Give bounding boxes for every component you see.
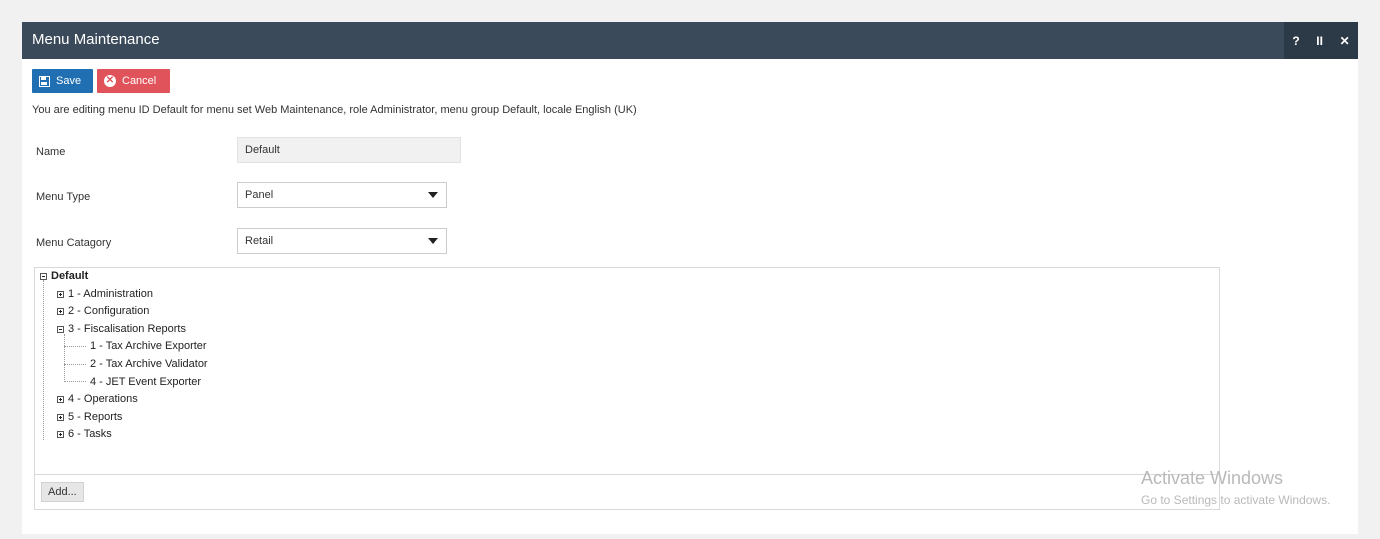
menu-maintenance-window: Menu Maintenance ? II ✕ Save ✕ Cancel Yo… <box>22 22 1358 534</box>
editing-info-text: You are editing menu ID Default for menu… <box>32 104 637 116</box>
cancel-button[interactable]: ✕ Cancel <box>97 69 170 93</box>
menu-type-select[interactable]: Panel <box>237 182 447 208</box>
help-icon[interactable]: ? <box>1292 34 1299 48</box>
tree-item-label[interactable]: 1 - Tax Archive Exporter <box>90 340 207 352</box>
window-title: Menu Maintenance <box>32 31 160 48</box>
tree-item-tasks[interactable]: 6 - Tasks <box>57 427 112 441</box>
tree-root-default[interactable]: Default <box>40 269 88 283</box>
expand-icon[interactable] <box>57 307 64 315</box>
tree-footer: Add... <box>35 474 1219 509</box>
tree-connector <box>64 334 65 382</box>
menu-category-select[interactable]: Retail <box>237 228 447 254</box>
tree-item-configuration[interactable]: 2 - Configuration <box>57 304 149 318</box>
save-label: Save <box>56 75 82 87</box>
pause-icon[interactable]: II <box>1316 34 1323 48</box>
tree-item-fiscalisation-reports[interactable]: 3 - Fiscalisation Reports <box>57 322 186 336</box>
save-icon <box>39 75 50 87</box>
chevron-down-icon <box>428 192 438 198</box>
tree-item-label[interactable]: 2 - Tax Archive Validator <box>90 358 208 370</box>
close-icon[interactable]: ✕ <box>1340 34 1350 48</box>
collapse-icon[interactable] <box>40 272 47 280</box>
tree-item-administration[interactable]: 1 - Administration <box>57 287 153 301</box>
watermark-title: Activate Windows <box>1141 468 1284 488</box>
tree-item-tax-archive-exporter[interactable]: 1 - Tax Archive Exporter <box>90 339 207 353</box>
add-button[interactable]: Add... <box>41 482 84 502</box>
tree-item-label[interactable]: 6 - Tasks <box>68 428 112 440</box>
tree-item-label[interactable]: 4 - JET Event Exporter <box>90 376 201 388</box>
menu-type-value: Panel <box>245 189 274 201</box>
save-button[interactable]: Save <box>32 69 93 93</box>
tree-item-label[interactable]: 5 - Reports <box>68 411 122 423</box>
chevron-down-icon <box>428 238 438 244</box>
menu-tree-panel: Default 1 - Administration 2 - Configura… <box>34 267 1220 510</box>
tree-item-label[interactable]: 3 - Fiscalisation Reports <box>68 323 186 335</box>
tree-connector <box>64 381 86 382</box>
menu-category-value: Retail <box>245 235 274 247</box>
cancel-label: Cancel <box>122 75 157 87</box>
watermark-subtitle: Go to Settings to activate Windows. <box>1141 493 1331 507</box>
tree-connector <box>64 364 86 365</box>
menu-category-label: Menu Catagory <box>36 237 112 249</box>
expand-icon[interactable] <box>57 395 64 403</box>
activate-windows-watermark: Activate Windows Go to Settings to activ… <box>1141 468 1330 507</box>
name-label: Name <box>36 146 66 158</box>
tree-item-jet-event-exporter[interactable]: 4 - JET Event Exporter <box>90 375 201 389</box>
menu-type-label: Menu Type <box>36 191 91 203</box>
tree-item-tax-archive-validator[interactable]: 2 - Tax Archive Validator <box>90 357 208 371</box>
tree-connector <box>64 346 86 347</box>
tree-item-label[interactable]: 2 - Configuration <box>68 305 149 317</box>
expand-icon[interactable] <box>57 430 64 438</box>
cancel-icon: ✕ <box>104 75 116 87</box>
expand-icon[interactable] <box>57 290 64 298</box>
tree-item-label[interactable]: 4 - Operations <box>68 393 138 405</box>
expand-icon[interactable] <box>57 413 64 421</box>
name-field[interactable]: Default <box>237 137 461 163</box>
title-bar: Menu Maintenance ? II ✕ <box>22 22 1358 59</box>
tree-item-label[interactable]: 1 - Administration <box>68 288 153 300</box>
collapse-icon[interactable] <box>57 325 64 333</box>
tree-item-operations[interactable]: 4 - Operations <box>57 392 138 406</box>
window-controls: ? II ✕ <box>1284 22 1358 59</box>
tree-connector <box>43 280 44 440</box>
name-value: Default <box>245 144 280 156</box>
tree-root-label[interactable]: Default <box>51 270 88 282</box>
tree-item-reports[interactable]: 5 - Reports <box>57 410 122 424</box>
